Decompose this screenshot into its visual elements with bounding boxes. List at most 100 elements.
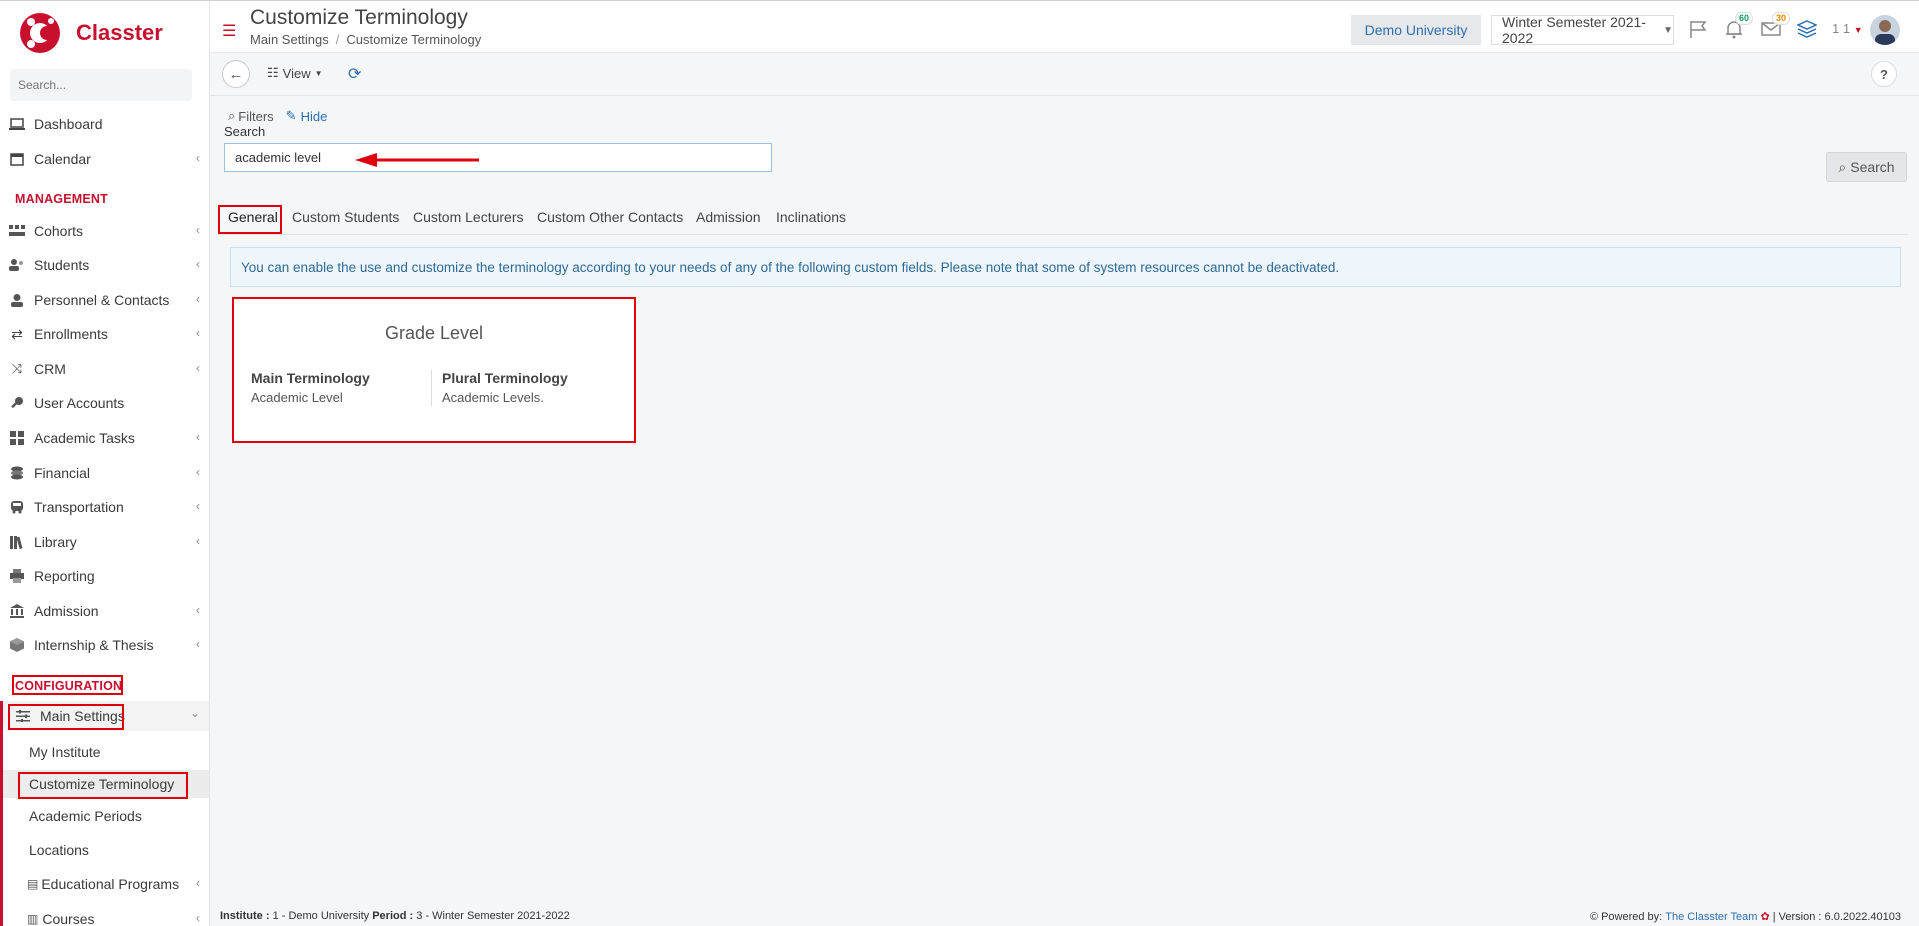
hide-filters-link[interactable]: ✎ Hide <box>286 108 328 124</box>
help-button[interactable]: ? <box>1871 61 1897 87</box>
flag-icon[interactable] <box>1685 16 1711 42</box>
footer-team-link[interactable]: The Classter Team <box>1665 911 1757 923</box>
management-section-label: MANAGEMENT <box>15 192 108 206</box>
caret-down-icon: ▼ <box>1853 25 1863 35</box>
breadcrumb: Main Settings / Customize Terminology <box>250 32 481 47</box>
layers-icon[interactable] <box>1794 16 1820 42</box>
semester-selector[interactable]: Winter Semester 2021-2022 ▼ <box>1491 14 1674 46</box>
tab-custom-other-contacts[interactable]: Custom Other Contacts <box>537 209 683 225</box>
sidebar-item-label: Admission <box>34 603 99 619</box>
person-icon <box>8 292 26 308</box>
top-header: ☰ Customize Terminology Main Settings / Cu… <box>210 1 1919 53</box>
sidebar-subitem-label: Academic Periods <box>29 808 142 824</box>
user-menu[interactable]: 1 1 ▼ <box>1832 21 1863 36</box>
view-dropdown-button[interactable]: ☷ View ▼ <box>267 65 323 81</box>
university-selector[interactable]: Demo University <box>1351 15 1481 45</box>
chevron-left-icon: ‹ <box>196 292 200 306</box>
sidebar-item-label: Reporting <box>34 568 95 584</box>
sidebar-item-enrollments[interactable]: ⇄ Enrollments ‹ <box>0 319 209 349</box>
tab-admission[interactable]: Admission <box>696 209 761 225</box>
sidebar-subitem-academic-periods[interactable]: Academic Periods <box>0 802 209 830</box>
notifications-badge: 60 <box>1734 12 1753 25</box>
brand-logo[interactable]: Classter <box>18 11 209 55</box>
sidebar-item-personnel[interactable]: Personnel & Contacts ‹ <box>0 285 209 315</box>
pin-icon: ✎ <box>285 108 297 123</box>
sidebar-subitem-customize-terminology[interactable]: Customize Terminology <box>0 770 209 798</box>
search-input[interactable] <box>224 143 772 172</box>
calendar-icon <box>8 151 26 167</box>
sidebar-item-academic-tasks[interactable]: Academic Tasks ‹ <box>0 423 209 453</box>
sidebar-item-dashboard[interactable]: Dashboard <box>0 109 209 139</box>
search-icon: ⌕ <box>228 108 236 123</box>
sidebar-item-financial[interactable]: Financial ‹ <box>0 458 209 488</box>
sidebar-subitem-courses[interactable]: ▥ Courses ‹ <box>0 905 209 926</box>
sidebar-subitem-locations[interactable]: Locations <box>0 836 209 864</box>
sidebar-item-library[interactable]: Library ‹ <box>0 527 209 557</box>
students-icon <box>8 257 26 273</box>
sidebar-item-label: Transportation <box>34 499 124 515</box>
sidebar-subitem-my-institute[interactable]: My Institute <box>0 738 209 766</box>
sidebar-item-calendar[interactable]: Calendar ‹ <box>0 144 209 174</box>
filters-row: ⌕ Filters ✎ Hide <box>228 108 327 124</box>
search-icon: ⌕ <box>1838 158 1847 175</box>
chevron-left-icon: ‹ <box>196 151 200 165</box>
active-section-accent <box>0 701 3 926</box>
sidebar-item-internship[interactable]: Internship & Thesis ‹ <box>0 630 209 660</box>
sidebar-item-user-accounts[interactable]: User Accounts <box>0 388 209 418</box>
sidebar-subitem-label: Courses <box>42 911 95 926</box>
chevron-left-icon: ‹ <box>196 257 200 271</box>
sidebar-item-admission[interactable]: Admission ‹ <box>0 596 209 626</box>
chevron-left-icon: ‹ <box>196 534 200 548</box>
view-label: View <box>282 65 311 81</box>
main-terminology-label: Main Terminology <box>251 370 370 386</box>
plural-terminology-value: Academic Levels. <box>442 390 544 405</box>
tab-custom-students[interactable]: Custom Students <box>292 209 399 225</box>
tab-general[interactable]: General <box>228 209 278 225</box>
book-icon: ▥ <box>27 912 39 926</box>
chevron-left-icon: ‹ <box>196 361 200 375</box>
bus-icon <box>8 499 26 515</box>
plural-terminology-label: Plural Terminology <box>442 370 568 386</box>
annotation-arrow <box>355 153 479 167</box>
tab-custom-lecturers[interactable]: Custom Lecturers <box>413 209 523 225</box>
footer-powered-by: Powered by: <box>1601 910 1663 923</box>
sidebar-item-label: Library <box>34 534 77 550</box>
brand-name: Classter <box>76 20 163 45</box>
footer-period-value: 3 - Winter Semester 2021-2022 <box>416 910 570 922</box>
bell-icon[interactable]: 60 <box>1721 12 1753 42</box>
chevron-left-icon: ‹ <box>196 911 200 925</box>
sidebar-item-transportation[interactable]: Transportation ‹ <box>0 492 209 522</box>
footer-context: Institute : 1 - Demo University Period :… <box>220 910 570 922</box>
messages-badge: 30 <box>1771 12 1790 25</box>
sidebar-item-label: Cohorts <box>34 223 84 239</box>
sidebar-item-students[interactable]: Students ‹ <box>0 250 209 280</box>
hide-label: Hide <box>300 108 328 124</box>
hamburger-menu-icon[interactable]: ☰ <box>222 21 236 41</box>
terminology-card[interactable]: Grade Level Main Terminology Academic Le… <box>234 298 634 442</box>
search-button[interactable]: ⌕ Search <box>1826 152 1907 182</box>
refresh-icon[interactable]: ⟳ <box>348 64 361 84</box>
exchange-icon: ⇄ <box>11 325 23 342</box>
sidebar-item-cohorts[interactable]: Cohorts ‹ <box>0 216 209 246</box>
arrow-left-icon: ← <box>228 65 244 83</box>
envelope-icon[interactable]: 30 <box>1758 12 1790 42</box>
avatar[interactable] <box>1870 15 1900 45</box>
sidebar-item-crm[interactable]: ⤨ CRM ‹ <box>0 354 209 384</box>
laptop-icon <box>8 116 26 132</box>
configuration-section-label: CONFIGURATION <box>15 679 123 693</box>
sidebar-search-input[interactable] <box>10 69 192 101</box>
sidebar-subitem-educational-programs[interactable]: ▤ Educational Programs ‹ <box>0 870 209 898</box>
chevron-left-icon: ‹ <box>196 465 200 479</box>
footer-version: | Version : 6.0.2022.40103 <box>1772 910 1901 923</box>
sidebar-item-main-settings[interactable]: Main Settings ⌄ <box>0 701 209 731</box>
sidebar-subitem-label: My Institute <box>29 744 101 760</box>
breadcrumb-item[interactable]: Main Settings <box>250 32 329 47</box>
back-button[interactable]: ← <box>222 60 250 88</box>
sidebar-item-reporting[interactable]: Reporting <box>0 561 209 591</box>
chevron-down-icon: ⌄ <box>189 706 200 720</box>
tab-inclinations[interactable]: Inclinations <box>776 209 846 225</box>
toolbar: ← ☷ View ▼ ⟳ ? <box>210 53 1919 96</box>
sidebar-subitem-label: Locations <box>29 842 89 858</box>
list-icon: ☷ <box>267 65 279 80</box>
footer-institute-label: Institute : <box>220 910 270 922</box>
